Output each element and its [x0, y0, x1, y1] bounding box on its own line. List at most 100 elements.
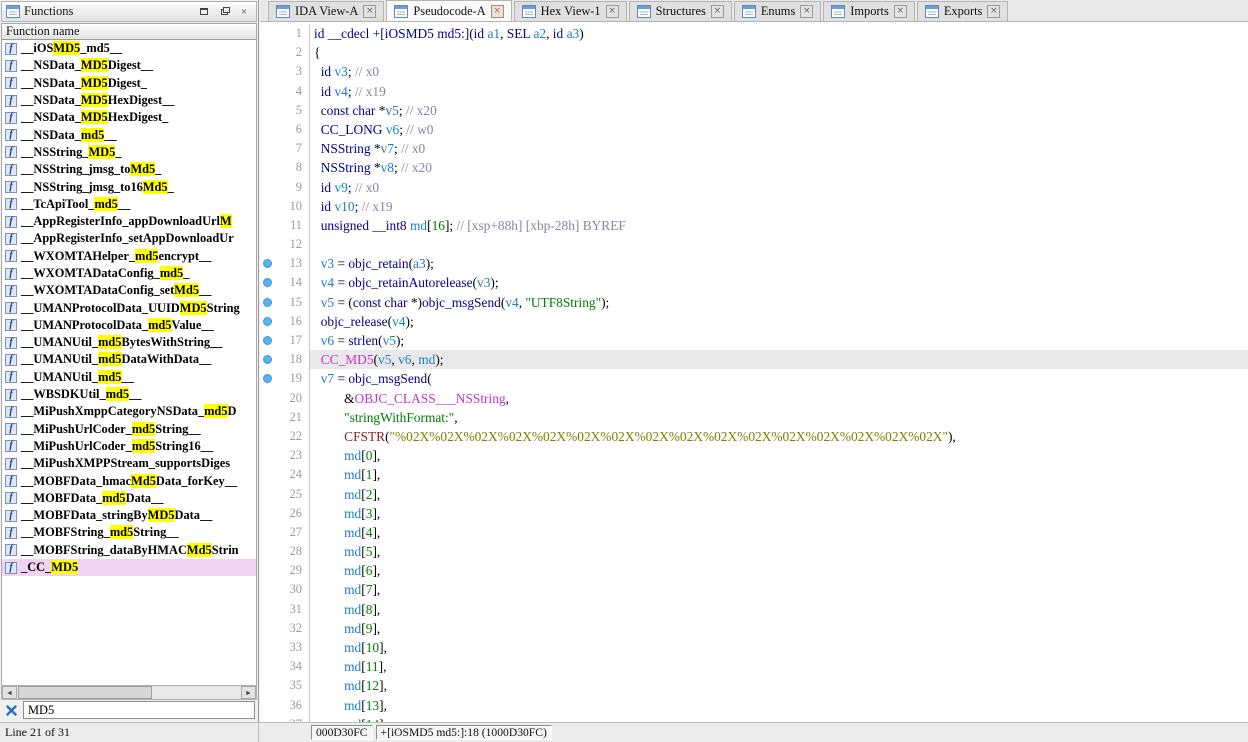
function-row[interactable]: f __NSData_MD5Digest_ — [2, 75, 256, 92]
code-line[interactable]: 35 md[12], — [260, 676, 1248, 696]
function-name: __MiPushXMPPStream_supportsDiges — [21, 456, 231, 471]
function-row[interactable]: f __MOBFString_dataByHMACMd5Strin — [2, 542, 256, 559]
function-row[interactable]: f __WXOMTADataConfig_md5_ — [2, 265, 256, 282]
tab-close-icon[interactable]: × — [710, 5, 724, 18]
code-line[interactable]: 17 v6 = strlen(v5); — [260, 331, 1248, 351]
code-line[interactable]: 28 md[5], — [260, 542, 1248, 562]
function-row[interactable]: f __UMANUtil_md5__ — [2, 369, 256, 386]
tab-label: IDA View-A — [295, 4, 359, 18]
code-line[interactable]: 8 NSString *v8; // x20 — [260, 158, 1248, 178]
tab-close-icon[interactable]: × — [363, 5, 377, 18]
function-list-header[interactable]: Function name — [1, 23, 257, 40]
function-row[interactable]: f __NSData_md5__ — [2, 126, 256, 143]
code-line[interactable]: 30 md[7], — [260, 580, 1248, 600]
tab-close-icon[interactable]: × — [893, 5, 907, 18]
tab-enums[interactable]: Enums × — [733, 1, 822, 21]
code-line[interactable]: 21 "stringWithFormat:", — [260, 407, 1248, 427]
function-row[interactable]: f __NSData_MD5Digest__ — [2, 57, 256, 74]
maximize-button[interactable] — [196, 5, 212, 19]
code-line[interactable]: 36 md[13], — [260, 695, 1248, 715]
function-row[interactable]: f __UMANProtocolData_UUIDMD5String — [2, 299, 256, 316]
code-line[interactable]: 4 id v4; // x19 — [260, 81, 1248, 101]
code-line[interactable]: 31 md[8], — [260, 599, 1248, 619]
code-line[interactable]: 14 v4 = objc_retainAutorelease(v3); — [260, 273, 1248, 293]
code-line[interactable]: 19 v7 = objc_msgSend( — [260, 369, 1248, 389]
function-row[interactable]: f __NSData_MD5HexDigest_ — [2, 109, 256, 126]
tab-pseudocode-a[interactable]: Pseudocode-A × — [386, 0, 512, 21]
tab-structures[interactable]: Structures × — [628, 1, 732, 21]
tab-hex-view-1[interactable]: Hex View-1 × — [513, 1, 627, 21]
code-line[interactable]: 2{ — [260, 43, 1248, 63]
code-line[interactable]: 10 id v10; // x19 — [260, 196, 1248, 216]
code-line[interactable]: 1 id __cdecl +[iOSMD5 md5:](id a1, SEL a2… — [260, 24, 1248, 44]
tab-close-icon[interactable]: × — [490, 4, 504, 18]
function-row[interactable]: f __AppRegisterInfo_appDownloadUrlM — [2, 213, 256, 230]
function-row[interactable]: f __NSString_MD5_ — [2, 144, 256, 161]
functions-panel: Functions × Function name f __iOSMD5_md5_… — [0, 0, 259, 722]
scroll-left-button[interactable]: ◄ — [2, 686, 17, 699]
function-row[interactable]: f _CC_MD5 — [2, 558, 256, 577]
scroll-right-button[interactable]: ► — [241, 686, 256, 699]
code-line[interactable]: 6 CC_LONG v6; // w0 — [260, 119, 1248, 140]
function-row[interactable]: f __MiPushXMPPStream_supportsDiges — [2, 455, 256, 472]
code-line[interactable]: 11 unsigned __int8 md[16]; // [xsp+88h] … — [260, 215, 1248, 236]
ida-window: Functions × Function name f __iOSMD5_md5_… — [0, 0, 1248, 742]
tab-close-icon[interactable]: × — [987, 5, 1001, 18]
horizontal-scrollbar[interactable]: ◄ ► — [1, 685, 257, 700]
code-line[interactable]: 25 md[2], — [260, 484, 1248, 504]
function-row[interactable]: f __UMANUtil_md5DataWithData__ — [2, 351, 256, 368]
code-line[interactable]: 13 v3 = objc_retain(a3); — [260, 254, 1248, 274]
function-row[interactable]: f __NSString_jmsg_to16Md5_ — [2, 178, 256, 195]
code-line[interactable]: 29 md[6], — [260, 561, 1248, 581]
code-line[interactable]: 12 — [260, 235, 1248, 255]
scroll-thumb[interactable] — [18, 686, 153, 699]
tab-close-icon[interactable]: × — [605, 5, 619, 18]
code-line[interactable]: 23 md[0], — [260, 446, 1248, 466]
code-line[interactable]: 9 id v9; // x0 — [260, 177, 1248, 197]
code-line[interactable]: 7 NSString *v7; // x0 — [260, 139, 1248, 159]
close-button[interactable]: × — [236, 5, 252, 19]
function-row[interactable]: f __MOBFData_md5Data__ — [2, 490, 256, 507]
code-text: md[2], — [344, 486, 381, 502]
function-row[interactable]: f __MiPushUrlCoder_md5String__ — [2, 421, 256, 438]
function-row[interactable]: f __iOSMD5_md5__ — [2, 40, 256, 57]
function-row[interactable]: f __NSData_MD5HexDigest__ — [2, 92, 256, 109]
function-row[interactable]: f __WXOMTAHelper_md5encrypt__ — [2, 248, 256, 265]
code-line[interactable]: 26 md[3], — [260, 503, 1248, 523]
code-line[interactable]: 15 v5 = (const char *)objc_msgSend(v4, "… — [260, 292, 1248, 312]
code-line[interactable]: 37 md[14], — [260, 714, 1248, 722]
function-row[interactable]: f __MOBFString_md5String__ — [2, 524, 256, 541]
tab-ida-view-a[interactable]: IDA View-A × — [268, 1, 385, 21]
code-line[interactable]: 22 CFSTR("%02X%02X%02X%02X%02X%02X%02X%0… — [260, 426, 1248, 447]
line-gutter: 20 — [260, 388, 310, 408]
function-row[interactable]: f __MiPushXmppCategoryNSData_md5D — [2, 403, 256, 420]
code-line[interactable]: 33 md[10], — [260, 638, 1248, 658]
code-line[interactable]: 3 id v3; // x0 — [260, 62, 1248, 82]
tab-close-icon[interactable]: × — [800, 5, 814, 18]
function-row[interactable]: f __AppRegisterInfo_setAppDownloadUr — [2, 230, 256, 247]
code-line[interactable]: 20 &OBJC_CLASS___NSString, — [260, 388, 1248, 408]
function-row[interactable]: f __UMANUtil_md5BytesWithString__ — [2, 334, 256, 351]
code-line[interactable]: 5 const char *v5; // x20 — [260, 100, 1248, 120]
code-line[interactable]: 34 md[11], — [260, 657, 1248, 677]
filter-input[interactable] — [23, 701, 255, 719]
function-row[interactable]: f __TcApiTool_md5__ — [2, 196, 256, 213]
scroll-track[interactable] — [17, 686, 241, 699]
code-line[interactable]: 27 md[4], — [260, 522, 1248, 543]
code-line[interactable]: 18 CC_MD5(v5, v6, md); — [260, 350, 1248, 370]
function-row[interactable]: f __MOBFData_hmacMd5Data_forKey__ — [2, 472, 256, 489]
function-row[interactable]: f __WXOMTADataConfig_setMd5__ — [2, 282, 256, 299]
function-row[interactable]: f __UMANProtocolData_md5Value__ — [2, 317, 256, 334]
function-row[interactable]: f __MOBFData_stringByMD5Data__ — [2, 507, 256, 524]
code-text: NSString *v8; // x20 — [320, 160, 432, 176]
function-row[interactable]: f __WBSDKUtil_md5__ — [2, 386, 256, 403]
function-icon: f — [5, 215, 17, 228]
tab-imports[interactable]: Imports × — [823, 1, 915, 21]
tab-exports[interactable]: Exports × — [916, 1, 1009, 21]
code-line[interactable]: 32 md[9], — [260, 618, 1248, 638]
function-row[interactable]: f __MiPushUrlCoder_md5String16__ — [2, 438, 256, 455]
code-line[interactable]: 16 objc_release(v4); — [260, 311, 1248, 331]
function-row[interactable]: f __NSString_jmsg_toMd5_ — [2, 161, 256, 178]
float-button[interactable] — [216, 5, 232, 19]
code-line[interactable]: 24 md[1], — [260, 465, 1248, 485]
